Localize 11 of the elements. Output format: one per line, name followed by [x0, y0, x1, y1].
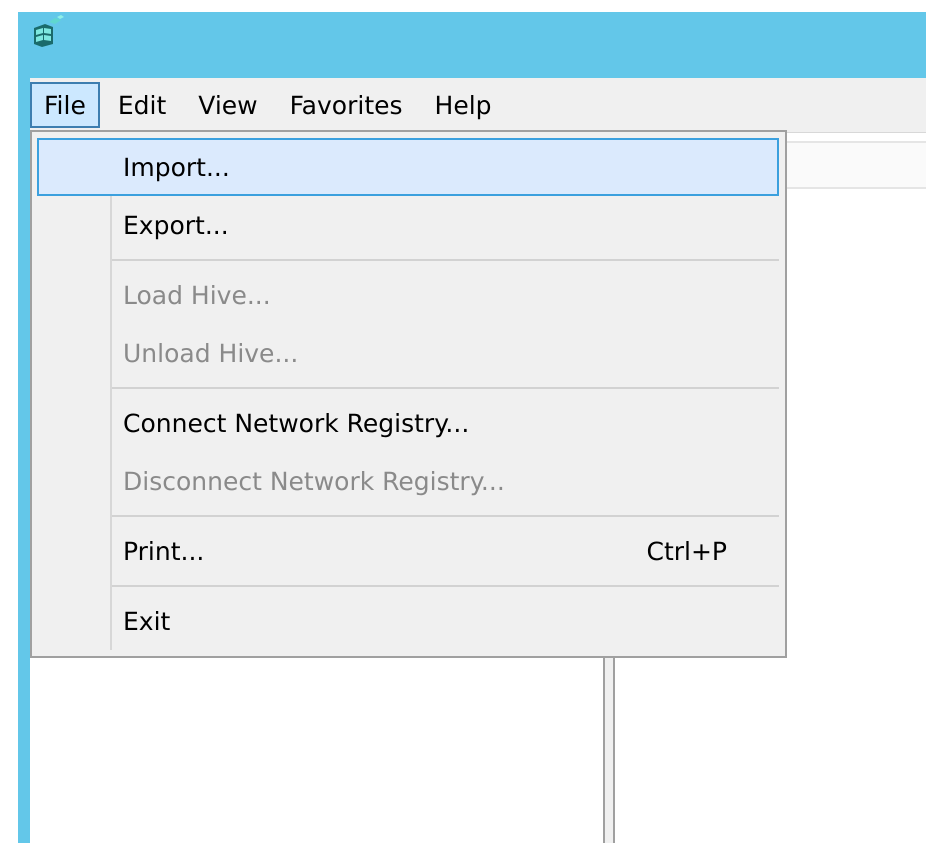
menu-item[interactable]: Import...	[37, 138, 779, 196]
menu-item[interactable]: Connect Network Registry...	[37, 394, 779, 452]
menu-item[interactable]: Export...	[37, 196, 779, 254]
menu-bar-item[interactable]: Help	[420, 82, 506, 128]
menu-bar-item[interactable]: View	[184, 82, 272, 128]
menu-bar-item[interactable]: Favorites	[276, 82, 417, 128]
menu-item[interactable]: Print... Ctrl+P	[37, 522, 779, 580]
menu-item[interactable]: Exit	[37, 592, 779, 650]
menu-bar-item[interactable]: File	[30, 82, 100, 128]
menu-bar-item[interactable]: Edit	[104, 82, 180, 128]
cubes-icon	[31, 14, 65, 48]
